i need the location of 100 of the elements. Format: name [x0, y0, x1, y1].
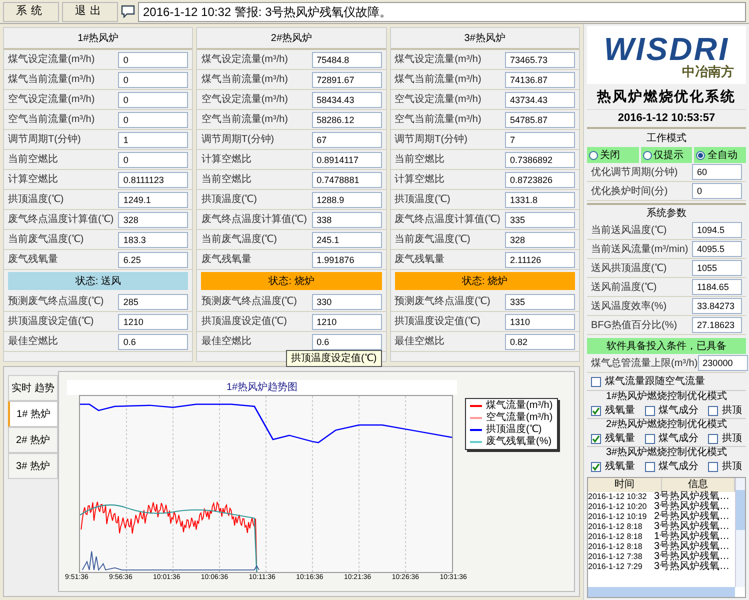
table-cell-text: 3号热风炉残氧… [654, 502, 731, 512]
value-field[interactable]: 73465.73 [504, 52, 575, 68]
value-field[interactable]: 0.8723826 [504, 172, 575, 188]
field-label: 当前送风温度(℃) [591, 224, 668, 238]
value-field[interactable]: 72891.67 [312, 72, 382, 88]
value-field[interactable]: 58286.12 [312, 112, 382, 128]
value-field[interactable]: 58434.43 [312, 92, 382, 108]
value-field[interactable]: 183.3 [118, 232, 188, 248]
scrollbar[interactable] [588, 587, 735, 597]
mode-radio[interactable]: 仅提示 [640, 147, 692, 163]
value-field[interactable]: 1094.5 [692, 222, 742, 238]
value-field[interactable]: 1055 [692, 260, 742, 276]
field-label: 优化调节周期(分钟) [591, 166, 679, 180]
panel-title: 3#热风炉 [390, 28, 579, 50]
value-field[interactable]: 0 [118, 52, 188, 68]
field-label: 调节周期T(分钟) [8, 132, 82, 147]
value-field[interactable]: 1249.1 [118, 192, 188, 208]
value-field[interactable]: 4095.5 [692, 241, 742, 257]
value-field[interactable]: 335 [504, 212, 575, 228]
value-field[interactable]: 0.7386892 [504, 152, 575, 168]
field-label: 计算空燃比 [201, 152, 252, 167]
checkbox-label: 拱顶 [722, 460, 742, 474]
value-field[interactable]: 2.11126 [504, 252, 575, 268]
field-label: 煤气设定流量(m³/h) [394, 52, 482, 67]
value-field[interactable]: 330 [312, 294, 382, 310]
checkbox[interactable] [644, 406, 654, 416]
value-field[interactable]: 230000 [698, 355, 748, 371]
value-field[interactable]: 1310 [504, 314, 575, 330]
checkbox-label: 残氧量 [605, 460, 635, 474]
field-label: 送风前温度(℃) [591, 280, 658, 294]
checkbox[interactable] [708, 406, 718, 416]
checkbox[interactable] [591, 434, 601, 444]
value-field[interactable]: 0.7478881 [312, 172, 382, 188]
value-field[interactable]: 335 [504, 294, 575, 310]
checkbox[interactable] [591, 462, 601, 472]
menu-button[interactable]: 系统 [3, 2, 59, 22]
field-label: 预测废气终点温度(℃) [8, 294, 105, 309]
value-field[interactable]: 1210 [312, 314, 382, 330]
field-label: 最佳空燃比 [8, 334, 59, 349]
checkbox[interactable] [708, 462, 718, 472]
value-field[interactable]: 0.6 [118, 334, 188, 350]
field-label: 当前废气温度(℃) [8, 232, 85, 247]
trend-tab[interactable]: 1# 热炉 [8, 401, 58, 427]
scrollbar[interactable] [735, 478, 745, 587]
value-field[interactable]: 285 [118, 294, 188, 310]
mode-radio[interactable]: 关闭 [587, 147, 639, 163]
section-title: 工作模式 [646, 132, 688, 146]
field-label: 调节周期T(分钟) [201, 132, 276, 147]
value-field[interactable]: 60 [692, 164, 742, 180]
value-field[interactable]: 1184.65 [692, 279, 742, 295]
value-field[interactable]: 0.6 [312, 334, 382, 350]
field-label: 当前空燃比 [8, 152, 59, 167]
value-field[interactable]: 54785.87 [504, 112, 575, 128]
field-label: 废气终点温度计算值(℃) [201, 212, 308, 227]
checkbox[interactable] [708, 434, 718, 444]
value-field[interactable]: 328 [504, 232, 575, 248]
field-label: 优化换炉时间(分) [591, 184, 669, 198]
value-field[interactable]: 1288.9 [312, 192, 382, 208]
value-field[interactable]: 1331.8 [504, 192, 575, 208]
value-field[interactable]: 0 [118, 72, 188, 88]
trend-tab[interactable]: 实时 趋势 [8, 375, 58, 401]
value-field[interactable]: 0 [118, 92, 188, 108]
value-field[interactable]: 1 [118, 132, 188, 148]
value-field[interactable]: 0 [118, 112, 188, 128]
checkbox[interactable] [644, 434, 654, 444]
value-field[interactable]: 0.8914117 [312, 152, 382, 168]
value-field[interactable]: 75484.8 [312, 52, 382, 68]
table-cell-text: 3号热风炉残氧… [654, 542, 731, 552]
value-field[interactable]: 338 [312, 212, 382, 228]
checkbox-label: 残氧量 [605, 404, 635, 418]
value-field[interactable]: 328 [118, 212, 188, 228]
trend-tab[interactable]: 2# 热炉 [8, 427, 58, 453]
field-label: 废气终点温度计算值(℃) [8, 212, 115, 227]
menu-button[interactable]: 退出 [62, 2, 118, 22]
value-field[interactable]: 67 [312, 132, 382, 148]
value-field[interactable]: 0 [692, 183, 742, 199]
value-field[interactable]: 27.18623 [692, 317, 742, 333]
value-field[interactable]: 33.84273 [692, 298, 742, 314]
checkbox[interactable] [591, 406, 601, 416]
table-cell-text: 3号热风炉残氧… [654, 522, 731, 532]
value-field[interactable]: 1210 [118, 314, 188, 330]
value-field[interactable]: 43734.43 [504, 92, 575, 108]
mode-title: 1#热风炉燃烧控制优化模式 [604, 391, 728, 403]
field-label: 煤气设定流量(m³/h) [8, 52, 96, 67]
value-field[interactable]: 0 [118, 152, 188, 168]
mode-radio[interactable]: 全自动 [694, 147, 746, 163]
value-field[interactable]: 245.1 [312, 232, 382, 248]
field-label: 拱顶温度(℃) [8, 192, 65, 207]
field-label: 废气残氧量 [201, 252, 252, 267]
value-field[interactable]: 7 [504, 132, 575, 148]
checkbox[interactable] [644, 462, 654, 472]
value-field[interactable]: 1.991876 [312, 252, 382, 268]
value-field[interactable]: 74136.87 [504, 72, 575, 88]
trend-tab[interactable]: 3# 热炉 [8, 453, 58, 479]
value-field[interactable]: 0.82 [504, 334, 575, 350]
checkbox[interactable] [591, 376, 601, 386]
value-field[interactable]: 6.25 [118, 252, 188, 268]
table-cell-text: 3号热风炉残氧… [654, 562, 731, 572]
value-field[interactable]: 0.8111123 [118, 172, 188, 188]
field-label: 废气残氧量 [8, 252, 59, 267]
